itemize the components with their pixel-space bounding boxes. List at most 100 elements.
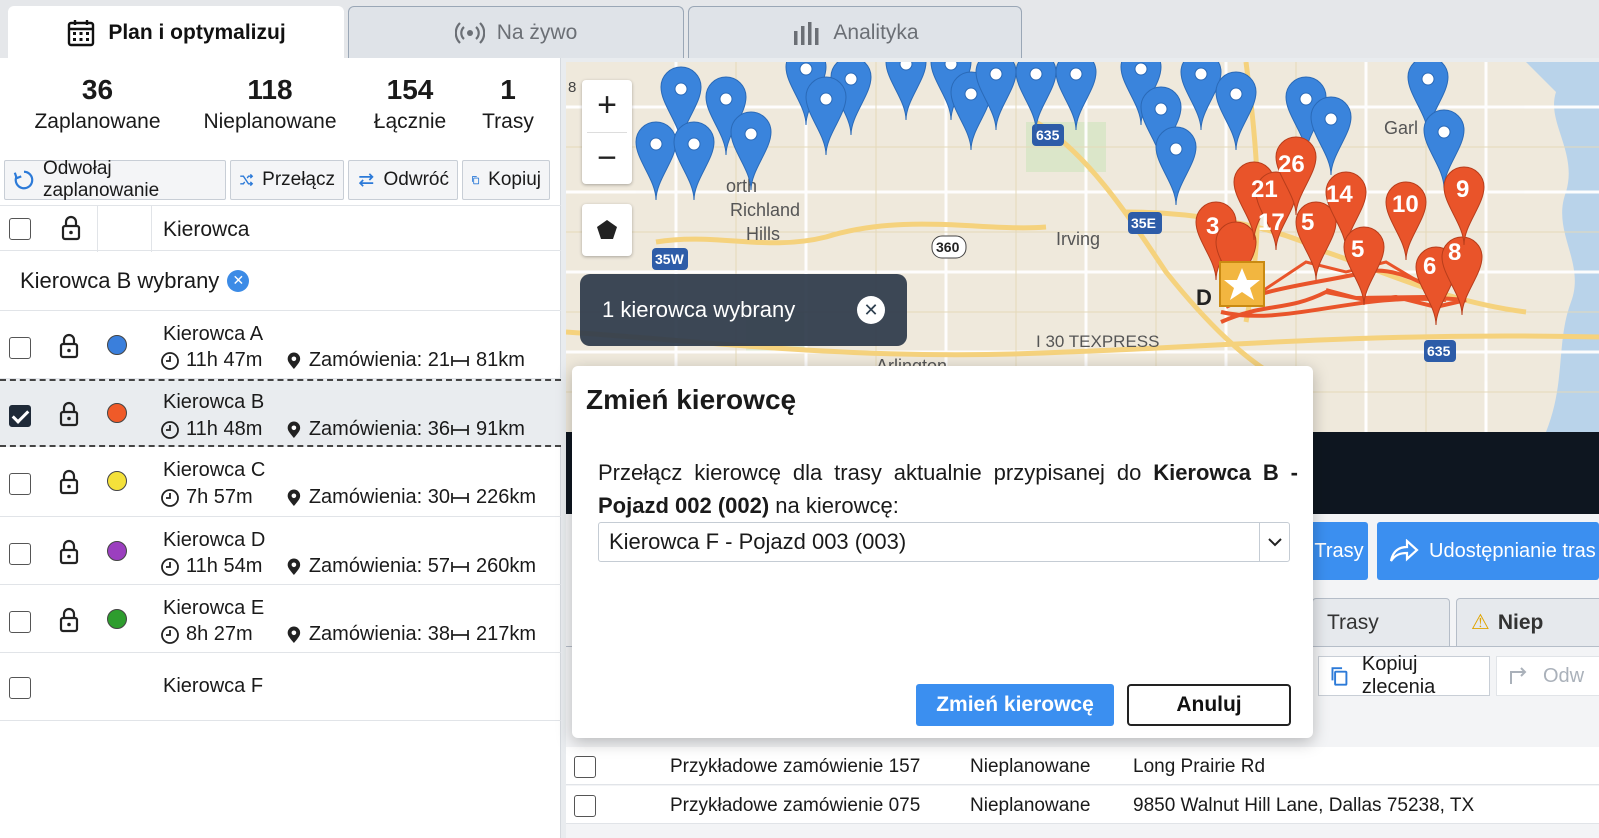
driver-row-f[interactable]: Kierowca F (0, 653, 561, 721)
order-name: Przykładowe zamówienie 075 (670, 795, 921, 816)
driver-color-dot (107, 335, 127, 355)
stat-label: Łącznie (373, 110, 447, 133)
map-pin-icon (287, 558, 301, 575)
driver-row-e[interactable]: Kierowca E 8h 27m Zamówienia: 38 217km (0, 585, 561, 653)
reverse-button[interactable]: Odwróć (348, 160, 458, 200)
svg-text:5: 5 (1301, 209, 1314, 236)
driver-distance-value: 217km (476, 623, 537, 645)
zoom-in-button[interactable]: + (597, 80, 617, 132)
driver-panel: 36 Zaplanowane 118 Nieplanowane 154 Łącz… (0, 58, 561, 838)
copy-orders-button[interactable]: Kopiuj zlecenia (1318, 653, 1490, 698)
unschedule-button[interactable]: Odwołaj zaplanowanie (4, 158, 226, 201)
driver-metrics: 7h 57m Zamówienia: 30 226km (160, 486, 536, 509)
lock-icon[interactable] (60, 215, 82, 241)
unlock-icon[interactable] (58, 539, 80, 565)
shuffle-icon (240, 173, 254, 187)
driver-select[interactable]: Kierowca F - Pojazd 003 (003) (598, 522, 1290, 562)
driver-row-c[interactable]: Kierowca C 7h 57m Zamówienia: 30 226km (0, 449, 561, 517)
svg-text:635: 635 (1036, 127, 1060, 143)
unlock-icon[interactable] (58, 469, 80, 495)
svg-text:21: 21 (1251, 176, 1278, 203)
chevron-down-icon[interactable] (1259, 523, 1289, 561)
copy-icon (472, 176, 480, 185)
cancel-button[interactable]: Anuluj (1127, 684, 1291, 726)
driver-distance: 217km (450, 623, 536, 646)
distance-icon (451, 561, 469, 572)
driver-row-d[interactable]: Kierowca D 11h 54m Zamówienia: 57 260km (0, 517, 561, 585)
subtab-unplanned-label: Niep (1497, 610, 1544, 634)
draw-polygon-button[interactable] (582, 204, 632, 256)
driver-checkbox[interactable] (9, 677, 31, 699)
driver-row-a[interactable]: Kierowca A 11h 47m Zamówienia: 21 81km (0, 311, 561, 379)
routes-button-label: Trasy (1314, 539, 1364, 562)
driver-checkbox[interactable] (9, 473, 31, 495)
clock-icon (161, 420, 179, 439)
driver-checkbox[interactable] (9, 611, 31, 633)
svg-text:I 30 TEXPRESS: I 30 TEXPRESS (1036, 332, 1159, 351)
change-driver-dialog: Zmień kierowcę Przełącz kierowcę dla tra… (572, 366, 1313, 738)
stat-routes: 1 Trasy (475, 58, 541, 150)
copy-button[interactable]: Kopiuj (462, 160, 550, 200)
reverse-orders-label: Odw (1543, 664, 1585, 687)
driver-time-value: 11h 48m (186, 418, 263, 440)
forward-arrow-icon (1510, 667, 1527, 684)
svg-text:17: 17 (1258, 209, 1285, 236)
calendar-icon (68, 19, 95, 46)
driver-distance: 91km (450, 418, 525, 441)
broadcast-icon (454, 21, 485, 44)
order-row[interactable]: Przykładowe zamówienie 157 Nieplanowane … (566, 747, 1599, 785)
selection-toast: 1 kierowca wybrany ✕ (580, 274, 907, 346)
map-label-irving: Irving (1056, 229, 1100, 249)
driver-metrics: 8h 27m Zamówienia: 38 217km (160, 623, 536, 646)
stat-value: 154 (386, 74, 434, 105)
driver-name: Kierowca A (163, 323, 264, 345)
driver-column-header[interactable]: Kierowca (163, 218, 249, 242)
close-toast-icon[interactable]: ✕ (857, 296, 885, 324)
svg-text:Richland: Richland (730, 200, 800, 220)
driver-checkbox[interactable] (9, 405, 31, 427)
driver-time-value: 8h 27m (186, 623, 253, 645)
share-routes-button[interactable]: Udostępnianie tras (1377, 522, 1599, 580)
driver-select-value: Kierowca F - Pojazd 003 (003) (609, 529, 907, 554)
unlock-icon[interactable] (58, 333, 80, 359)
tab-live[interactable]: Na żywo (348, 6, 684, 58)
confirm-change-driver-button[interactable]: Zmień kierowcę (916, 684, 1114, 726)
driver-time: 11h 47m (160, 349, 285, 372)
switch-button[interactable]: Przełącz (230, 160, 344, 200)
driver-row-b[interactable]: Kierowca B 11h 48m Zamówienia: 36 91km (0, 379, 561, 447)
tab-plan-optimize[interactable]: Plan i optymalizuj (8, 6, 344, 58)
driver-time-value: 7h 57m (186, 486, 253, 508)
subtab-routes[interactable]: Trasy (1312, 598, 1450, 646)
reverse-orders-button[interactable]: Odw (1496, 656, 1599, 696)
driver-checkbox[interactable] (9, 337, 31, 359)
subtab-routes-label: Trasy (1327, 610, 1379, 634)
zoom-out-button[interactable]: − (597, 132, 617, 184)
stat-value: 118 (247, 74, 293, 105)
driver-checkbox[interactable] (9, 543, 31, 565)
select-all-checkbox[interactable] (9, 218, 31, 240)
unlock-icon[interactable] (58, 401, 80, 427)
column-divider (151, 206, 152, 252)
order-row[interactable]: Przykładowe zamówienie 075 Nieplanowane … (566, 786, 1599, 824)
action-toolbar: Odwołaj zaplanowanie Przełącz Odwróć Kop… (4, 158, 550, 201)
clear-filter-icon[interactable]: ✕ (227, 269, 250, 292)
order-checkbox[interactable] (574, 756, 596, 778)
dialog-description: Przełącz kierowcę dla trasy aktualnie pr… (598, 456, 1298, 522)
map-pin-icon (287, 421, 301, 438)
clock-icon (161, 351, 179, 370)
subtab-unplanned[interactable]: ⚠ Niep (1456, 598, 1599, 646)
svg-text:6: 6 (1423, 253, 1436, 280)
driver-table-header: Kierowca (0, 205, 561, 252)
driver-distance-value: 81km (476, 349, 525, 371)
routes-button[interactable]: Trasy (1310, 522, 1368, 580)
tab-analytics[interactable]: Analityka (688, 6, 1022, 58)
polygon-icon (597, 220, 617, 239)
selected-filter-text: Kierowca B wybrany (20, 267, 220, 293)
unlock-icon[interactable] (58, 607, 80, 633)
driver-metrics: 11h 54m Zamówienia: 57 260km (160, 555, 536, 578)
stat-scheduled: 36 Zaplanowane (0, 58, 195, 150)
driver-name: Kierowca D (163, 529, 266, 551)
driver-color-dot (107, 609, 127, 629)
svg-text:8: 8 (1448, 239, 1461, 266)
order-checkbox[interactable] (574, 795, 596, 817)
